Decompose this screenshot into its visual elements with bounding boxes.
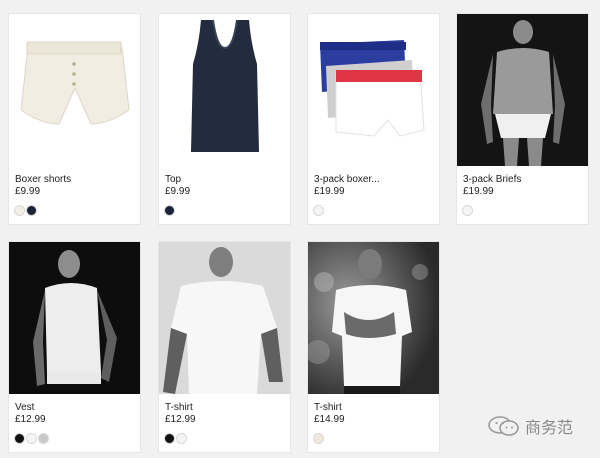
product-name[interactable]: 3-pack Briefs: [463, 174, 521, 186]
boxer-3-pack-image: [308, 14, 439, 166]
color-swatches: [314, 434, 323, 444]
color-swatch[interactable]: [15, 434, 24, 443]
product-card-3-pack-boxer[interactable]: 3-pack boxer... £19.99: [308, 14, 439, 224]
color-swatch[interactable]: [165, 206, 174, 215]
product-price: £14.99: [314, 414, 345, 425]
tank-top-image: [159, 14, 290, 166]
product-price: £9.99: [165, 186, 191, 197]
boxer-shorts-image: [9, 14, 140, 166]
wechat-icon: [488, 416, 519, 436]
product-price: £12.99: [165, 414, 196, 425]
product-price: £9.99: [15, 186, 41, 197]
watermark-text: 商务范: [525, 418, 574, 437]
model-briefs-photo: [457, 14, 588, 166]
model-tshirt-photo: [159, 242, 290, 394]
color-swatch[interactable]: [27, 434, 36, 443]
color-swatches: [15, 206, 36, 216]
product-name[interactable]: Vest: [15, 402, 34, 414]
product-image-top[interactable]: [159, 14, 290, 166]
product-price: £19.99: [314, 186, 345, 197]
model-tshirt-crew-photo: [308, 242, 439, 394]
product-name[interactable]: 3-pack boxer...: [314, 174, 380, 186]
color-swatches: [314, 206, 323, 216]
color-swatches: [15, 434, 48, 444]
product-name[interactable]: T-shirt: [165, 402, 193, 414]
color-swatches: [165, 206, 174, 216]
product-image-boxer-shorts[interactable]: [9, 14, 140, 166]
product-card-vest[interactable]: Vest £12.99: [9, 242, 140, 452]
color-swatch[interactable]: [15, 206, 24, 215]
product-image-t-shirt-white[interactable]: [159, 242, 290, 394]
color-swatch[interactable]: [177, 434, 186, 443]
product-image-t-shirt-crew[interactable]: [308, 242, 439, 394]
product-card-3-pack-briefs[interactable]: 3-pack Briefs £19.99: [457, 14, 588, 224]
product-card-top[interactable]: Top £9.99: [159, 14, 290, 224]
color-swatches: [463, 206, 472, 216]
product-name[interactable]: T-shirt: [314, 402, 342, 414]
product-name[interactable]: Top: [165, 174, 181, 186]
color-swatch[interactable]: [39, 434, 48, 443]
color-swatches: [165, 434, 186, 444]
color-swatch[interactable]: [463, 206, 472, 215]
product-image-3-pack-boxer[interactable]: [308, 14, 439, 166]
product-price: £19.99: [463, 186, 494, 197]
color-swatch[interactable]: [165, 434, 174, 443]
watermark: 商务范: [487, 414, 573, 438]
product-card-boxer-shorts[interactable]: Boxer shorts £9.99: [9, 14, 140, 224]
product-price: £12.99: [15, 414, 46, 425]
model-vest-photo: [9, 242, 140, 394]
color-swatch[interactable]: [314, 206, 323, 215]
product-image-vest[interactable]: [9, 242, 140, 394]
product-name[interactable]: Boxer shorts: [15, 174, 71, 186]
product-card-t-shirt-crew[interactable]: T-shirt £14.99: [308, 242, 439, 452]
product-image-3-pack-briefs[interactable]: [457, 14, 588, 166]
color-swatch[interactable]: [27, 206, 36, 215]
product-card-t-shirt-white[interactable]: T-shirt £12.99: [159, 242, 290, 452]
color-swatch[interactable]: [314, 434, 323, 443]
